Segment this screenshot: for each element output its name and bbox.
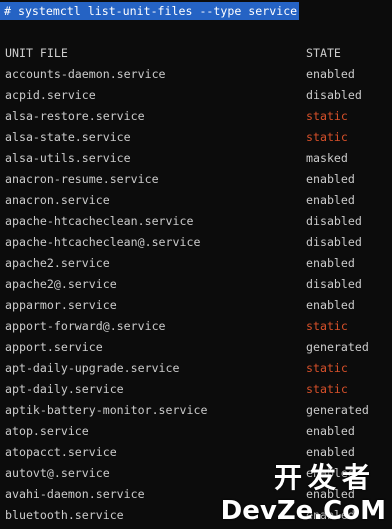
table-row: apache-htcacheclean@.service disabled xyxy=(5,232,387,253)
unit-file-name: apache2.service xyxy=(5,256,110,270)
table-row: apport.service generated xyxy=(5,337,387,358)
table-row: atop.service enabled xyxy=(5,421,387,442)
unit-file-name: apache2@.service xyxy=(5,277,117,291)
table-row: accounts-daemon.service enabled xyxy=(5,64,387,85)
table-row: apt-daily-upgrade.service static xyxy=(5,358,387,379)
unit-file-name: apache-htcacheclean.service xyxy=(5,214,194,228)
header-unit-file: UNIT FILE xyxy=(5,46,68,60)
table-row: aptik-battery-monitor.service generated xyxy=(5,400,387,421)
unit-file-name: apt-daily.service xyxy=(5,382,124,396)
table-row: anacron-resume.service enabled xyxy=(5,169,387,190)
unit-file-name: alsa-state.service xyxy=(5,130,131,144)
unit-file-name: apport-forward@.service xyxy=(5,319,166,333)
table-row: apparmor.service enabled xyxy=(5,295,387,316)
unit-file-name: aptik-battery-monitor.service xyxy=(5,403,208,417)
unit-state: static xyxy=(306,361,348,375)
terminal-window[interactable]: # systemctl list-unit-files --type servi… xyxy=(0,0,392,529)
table-row: apport-forward@.service static xyxy=(5,316,387,337)
unit-file-name: atop.service xyxy=(5,424,89,438)
table-row: apache2.service enabled xyxy=(5,253,387,274)
table-row: atopacct.service enabled xyxy=(5,442,387,463)
unit-state: enabled xyxy=(306,256,355,270)
unit-state: enabled xyxy=(306,172,355,186)
unit-state: generated xyxy=(306,340,369,354)
unit-file-name: anacron-resume.service xyxy=(5,172,159,186)
unit-file-name: anacron.service xyxy=(5,193,110,207)
unit-file-name: bluetooth.service xyxy=(5,508,124,522)
table-row: acpid.service disabled xyxy=(5,85,387,106)
unit-state: disabled xyxy=(306,214,362,228)
unit-file-name: alsa-restore.service xyxy=(5,109,145,123)
unit-state: static xyxy=(306,382,348,396)
unit-file-name: apparmor.service xyxy=(5,298,117,312)
table-row: bluetooth.service enabled xyxy=(5,505,387,526)
unit-file-name: accounts-daemon.service xyxy=(5,67,166,81)
table-row: alsa-state.service static xyxy=(5,127,387,148)
unit-file-list: accounts-daemon.service enabled acpid.serv… xyxy=(5,64,387,526)
unit-state: disabled xyxy=(306,88,362,102)
unit-state: generated xyxy=(306,403,369,417)
unit-file-name: alsa-utils.service xyxy=(5,151,131,165)
table-row: anacron.service enabled xyxy=(5,190,387,211)
command-line-selected[interactable]: # systemctl list-unit-files --type servi… xyxy=(0,2,300,20)
unit-state: enabled xyxy=(306,424,355,438)
unit-state: enabled xyxy=(306,193,355,207)
unit-state: static xyxy=(306,130,348,144)
unit-state: enabled xyxy=(306,298,355,312)
header-state: STATE xyxy=(306,46,341,60)
table-row: apt-daily.service static xyxy=(5,379,387,400)
unit-state: disabled xyxy=(306,235,362,249)
table-row: alsa-utils.service masked xyxy=(5,148,387,169)
unit-file-name: atopacct.service xyxy=(5,445,117,459)
unit-file-name: apache-htcacheclean@.service xyxy=(5,235,201,249)
unit-file-name: apt-daily-upgrade.service xyxy=(5,361,180,375)
unit-file-name: avahi-daemon.service xyxy=(5,487,145,501)
unit-file-name: apport.service xyxy=(5,340,103,354)
unit-state: static xyxy=(306,319,348,333)
unit-state: enabled xyxy=(306,508,355,522)
table-row: apache-htcacheclean.service disabled xyxy=(5,211,387,232)
unit-file-name: autovt@.service xyxy=(5,466,110,480)
unit-state: static xyxy=(306,109,348,123)
unit-state: disabled xyxy=(306,277,362,291)
table-row: avahi-daemon.service enabled xyxy=(5,484,387,505)
unit-state: enabled xyxy=(306,487,355,501)
table-row: autovt@.service enabled xyxy=(5,463,387,484)
unit-state: enabled xyxy=(306,67,355,81)
table-row: apache2@.service disabled xyxy=(5,274,387,295)
unit-state: masked xyxy=(306,151,348,165)
table-row: alsa-restore.service static xyxy=(5,106,387,127)
table-header: UNIT FILE STATE xyxy=(5,43,387,64)
unit-state: enabled xyxy=(306,466,355,480)
unit-file-name: acpid.service xyxy=(5,88,96,102)
unit-state: enabled xyxy=(306,445,355,459)
